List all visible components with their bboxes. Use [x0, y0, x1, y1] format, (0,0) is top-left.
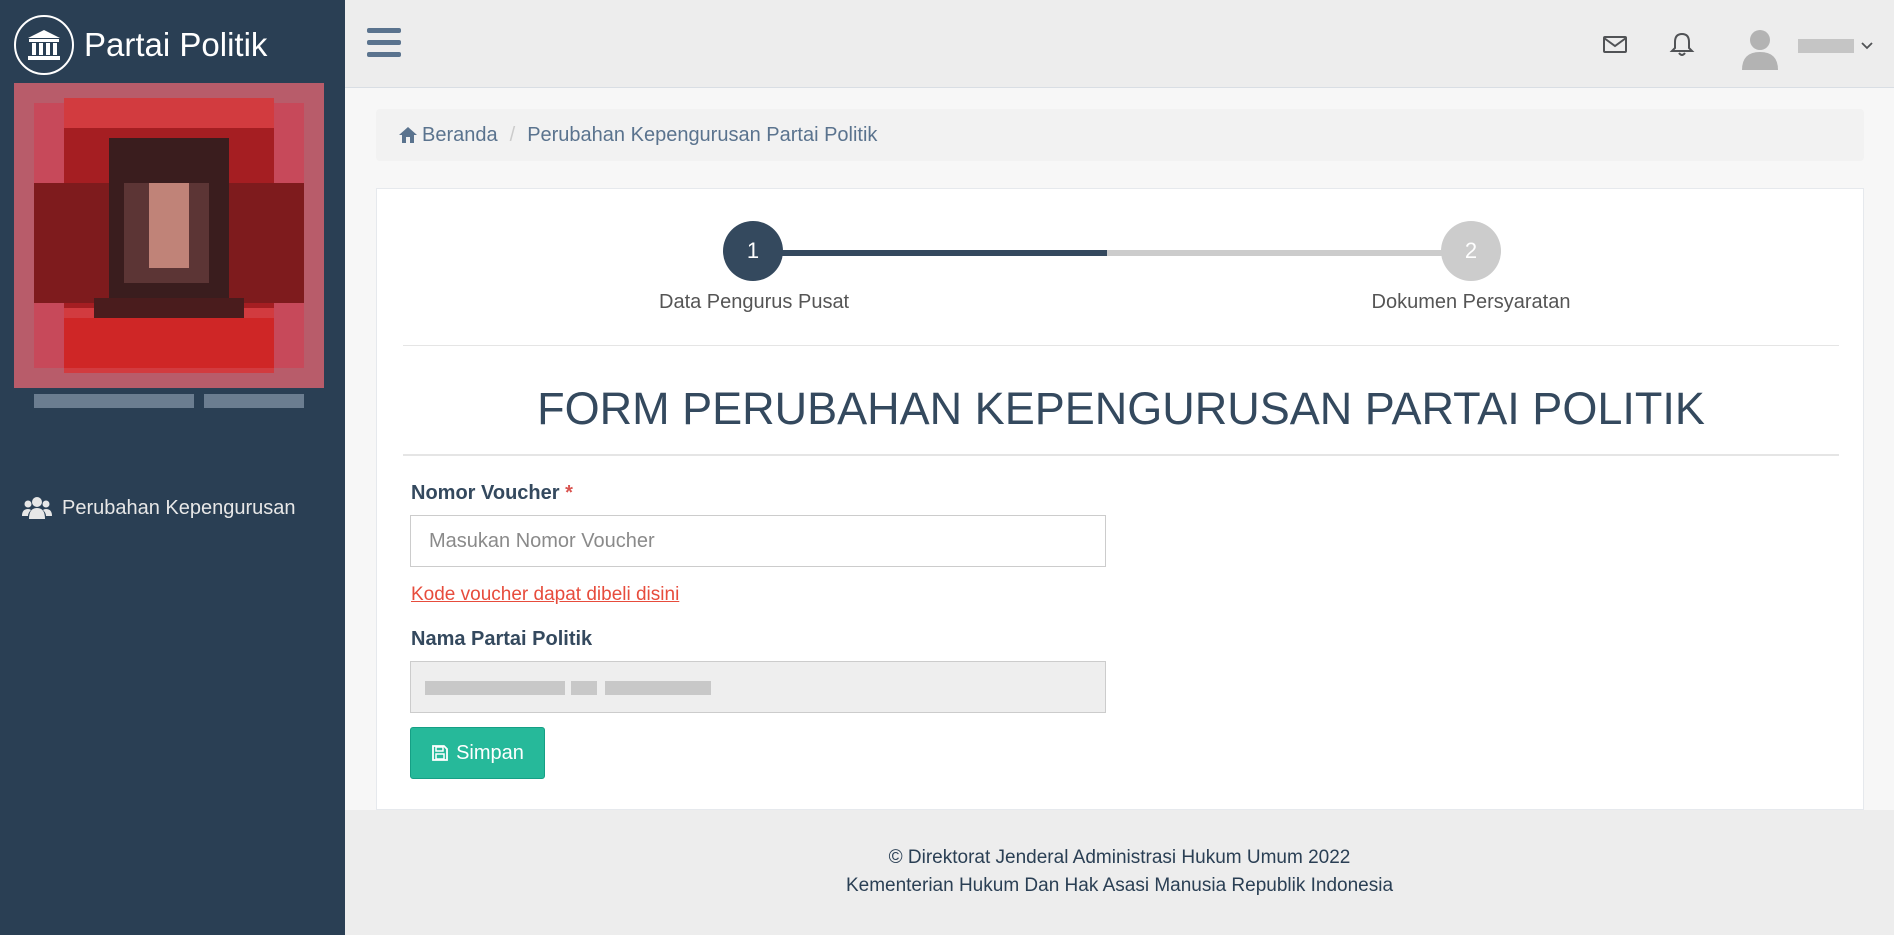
wizard-step-1-label: Data Pengurus Pusat — [659, 291, 850, 313]
footer-line-1: © Direktorat Jenderal Administrasi Hukum… — [888, 847, 1351, 868]
chevron-down-icon[interactable] — [1860, 38, 1874, 52]
breadcrumb-home[interactable]: Beranda — [398, 124, 498, 147]
sidebar-item-perubahan-kepengurusan[interactable]: Perubahan Kepengurusan — [0, 486, 345, 530]
voucher-label: Nomor Voucher * — [411, 482, 573, 505]
institution-icon — [14, 15, 74, 75]
breadcrumb: Beranda / Perubahan Kepengurusan Partai … — [376, 109, 1864, 161]
footer: © Direktorat Jenderal Administrasi Hukum… — [345, 810, 1894, 935]
user-name-blurred — [34, 392, 312, 412]
wizard-progress-done — [753, 250, 1107, 256]
required-mark: * — [565, 482, 573, 504]
floppy-disk-icon — [431, 744, 449, 762]
top-navbar — [345, 0, 1894, 88]
party-logo-avatar — [14, 83, 324, 388]
partai-name-field — [410, 661, 1106, 713]
breadcrumb-home-label: Beranda — [422, 123, 498, 146]
wizard-step-2[interactable]: 2 — [1441, 221, 1501, 281]
wizard-step-2-label: Dokumen Persyaratan — [1371, 291, 1571, 313]
hamburger-menu-icon[interactable] — [367, 28, 401, 58]
sidebar: Partai Politik Perubahan Kepengurusan — [0, 0, 345, 935]
buy-voucher-link[interactable]: Kode voucher dapat dibeli disini — [411, 584, 679, 606]
brand-title: Partai Politik — [84, 26, 268, 63]
sidebar-item-label: Perubahan Kepengurusan — [62, 496, 296, 519]
voucher-label-text: Nomor Voucher — [411, 482, 560, 504]
partai-name-blurred — [425, 678, 715, 698]
save-button-label: Simpan — [456, 741, 524, 764]
footer-line-2: Kementerian Hukum Dan Hak Asasi Manusia … — [845, 875, 1394, 896]
home-icon — [399, 127, 417, 143]
form-title: FORM PERUBAHAN KEPENGURUSAN PARTAI POLIT… — [537, 383, 1705, 434]
divider — [403, 345, 1839, 346]
envelope-icon[interactable] — [1601, 30, 1629, 58]
partai-label: Nama Partai Politik — [411, 628, 593, 650]
wizard-step-1[interactable]: 1 — [723, 221, 783, 281]
brand[interactable]: Partai Politik — [14, 15, 268, 75]
users-icon — [22, 494, 52, 522]
voucher-input[interactable] — [410, 515, 1106, 567]
breadcrumb-separator: / — [509, 123, 516, 146]
user-avatar-icon[interactable] — [1740, 26, 1780, 70]
form-panel: 1 2 Data Pengurus Pusat Dokumen Persyara… — [376, 188, 1864, 810]
title-divider — [403, 454, 1839, 456]
breadcrumb-current: Perubahan Kepengurusan Partai Politik — [527, 123, 878, 146]
save-button[interactable]: Simpan — [410, 727, 545, 779]
bell-icon[interactable] — [1668, 30, 1696, 58]
user-name-blurred-top[interactable] — [1798, 37, 1856, 55]
wizard-progress-todo — [1107, 250, 1464, 256]
